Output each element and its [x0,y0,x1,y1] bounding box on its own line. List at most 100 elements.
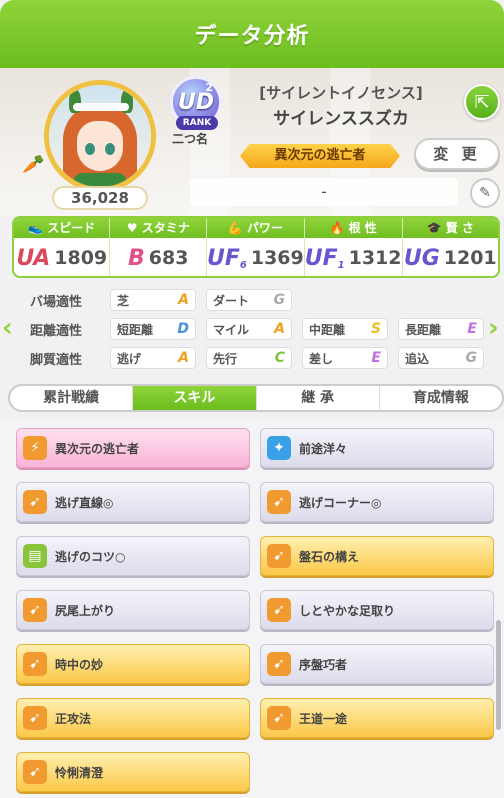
aptitude-cell: ダート G [206,289,292,311]
aptitude-cell: 先行 C [206,347,292,369]
stat-grade: UF6 [206,245,247,271]
flame-icon: 🔥 [329,221,345,235]
skill-name: 尻尾上がり [55,603,116,618]
sparkle-icon: ✦ [267,436,291,460]
skill-name: 王道一途 [299,711,348,726]
skill-item[interactable]: ➹ 尻尾上がり [16,590,250,630]
aptitude-row: 距離適性 [30,317,100,341]
grad-cap-icon: 🎓 [426,221,442,235]
aptitude-name: 中距離 [309,322,346,337]
tab-bar: 累計戦績 スキル継 承育成情報 [8,384,504,412]
change-epithet-button[interactable]: 変 更 [414,138,500,170]
scrollbar[interactable] [496,620,501,730]
stat-value: 683 [148,247,189,269]
prev-arrow-icon[interactable]: ‹ [2,312,18,344]
character-portrait [44,80,156,192]
page-title: データ分析 [194,24,310,49]
stat-label: ♥ スタミナ [110,218,206,238]
skill-item[interactable]: ➹ 正攻法 [16,698,250,738]
skill-name: 時中の妙 [55,657,104,672]
aptitude-cell: 追込 G [398,347,484,369]
unique-skill-icon: ⚡ [23,436,47,460]
skill-name: 怜悧清澄 [55,765,104,780]
aptitude-name: 芝 [117,293,130,308]
speed-up-icon: ➹ [267,544,291,568]
skill-item[interactable]: ➹ 盤石の構え [260,536,494,576]
tab-2[interactable]: 継 承 [257,386,380,410]
skill-item[interactable]: ➹ 逃げ直線◎ [16,482,250,522]
stat-value: 1312 [348,247,402,269]
aptitude-grade: C [274,350,285,366]
aptitude-row-label: 距離適性 [30,323,83,339]
speed-up-icon: ➹ [23,652,47,676]
aptitude-row-label: バ場適性 [30,294,83,310]
tab-1[interactable]: スキル [133,386,257,410]
skill-name: 盤石の構え [299,549,360,564]
skill-item[interactable]: ➹ しとやかな足取り [260,590,494,630]
fan-count: 36,028 [52,186,148,210]
next-arrow-icon[interactable]: › [488,312,504,344]
stat-column: 💪 パワー UF6 1369 [206,218,305,276]
aptitude-name: 先行 [213,351,238,366]
aptitude-name: ダート [213,293,250,308]
stat-column: 🎓 賢 さ UG 1201 [402,218,498,276]
aptitude-panel: ‹ › バ場適性 芝 A ダート G 距離適性 短距離 D マイル A 中距離 S 長距離 E… [0,282,504,374]
header-bar: データ分析 [0,0,504,68]
skill-name: 逃げ直線◎ [55,495,114,510]
stat-grade: UF1 [304,245,345,271]
stat-column: 👟 スピード UA 1809 [14,218,111,276]
skill-item[interactable]: ⚡ 異次元の逃亡者 [16,428,250,468]
aptitude-row: バ場適性 [30,288,100,312]
profile-panel: 🥕 36,028 UD 2 RANK 二つ名 [サイレントイノセンス] サイレン… [0,68,504,216]
aptitude-name: 差し [309,351,334,366]
stat-label: 🔥 根 性 [304,218,402,238]
aptitude-grade: G [273,292,286,308]
heart-icon: ♥ [126,221,138,235]
speed-up-icon: ➹ [23,760,47,784]
skill-name: 正攻法 [55,711,92,726]
tab-0[interactable]: 累計戦績 [10,386,134,410]
character-costume-title: [サイレントイノセンス] [259,84,423,102]
speed-up-icon: ➹ [23,490,47,514]
aptitude-grade: D [177,321,189,337]
aptitude-cell: 長距離 E [398,318,484,340]
stat-column: 🔥 根 性 UF1 1312 [304,218,403,276]
skill-item[interactable]: ➹ 怜悧清澄 [16,752,250,792]
speed-up-icon: ➹ [23,598,47,622]
share-button[interactable]: ⇱ [464,84,500,120]
aptitude-name: マイル [213,322,250,337]
skill-item[interactable]: ✦ 前途洋々 [260,428,494,468]
aptitude-name: 長距離 [405,322,442,337]
tab-3[interactable]: 育成情報 [380,386,502,410]
aptitude-row-label: 脚質適性 [30,352,83,368]
skill-item[interactable]: ➹ 時中の妙 [16,644,250,684]
share-icon: ⇱ [474,91,490,113]
stat-grade: UG [403,245,440,271]
nickname-label: 二つ名 [172,132,209,146]
aptitude-grade: S [370,321,381,337]
carrot-icon: 🥕 [22,154,45,175]
edit-comment-button[interactable]: ✎ [470,178,500,208]
stat-value: 1809 [54,247,108,269]
speed-up-icon: ➹ [267,598,291,622]
skill-item[interactable]: ▤ 逃げのコツ○ [16,536,250,576]
skill-name: 前途洋々 [299,441,348,456]
skill-name: 逃げコーナー◎ [299,495,382,510]
skill-item[interactable]: ➹ 序盤巧者 [260,644,494,684]
stat-label: 👟 スピード [14,218,110,238]
stat-label: 💪 パワー [206,218,304,238]
muscle-icon: 💪 [227,221,243,235]
shoe-icon: 👟 [28,221,44,235]
skill-item[interactable]: ➹ 王道一途 [260,698,494,738]
aptitude-grade: A [178,350,189,366]
skill-list: ⚡ 異次元の逃亡者 ✦ 前途洋々 ➹ 逃げ直線◎ ➹ 逃げコーナー◎ ▤ 逃げのコツ○ ➹… [0,420,504,798]
aptitude-grade: A [178,292,189,308]
stats-panel: 👟 スピード UA 1809 ♥ スタミナ B 683 💪 パワー UF6 1369… [12,216,500,278]
stat-value: 1369 [250,247,304,269]
book-icon: ▤ [23,544,47,568]
aptitude-name: 逃げ [117,351,142,366]
aptitude-cell: 中距離 S [302,318,388,340]
stat-grade: B [128,245,145,271]
aptitude-cell: マイル A [206,318,292,340]
skill-item[interactable]: ➹ 逃げコーナー◎ [260,482,494,522]
